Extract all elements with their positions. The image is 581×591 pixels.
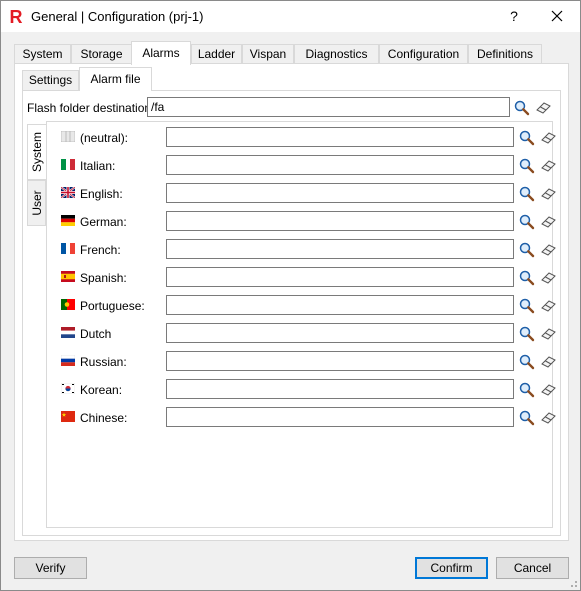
alarm-file-panel: Flash folder destination: /fa System Use…	[22, 90, 561, 536]
browse-search-icon[interactable]	[518, 185, 535, 202]
language-input-english[interactable]	[166, 183, 514, 203]
language-list-panel: (neutral): Italian: English: German: French:…	[46, 121, 556, 528]
browse-search-icon[interactable]	[518, 213, 535, 230]
tab-vispan[interactable]: Vispan	[242, 44, 294, 64]
close-button[interactable]	[541, 5, 573, 27]
browse-search-icon[interactable]	[518, 381, 535, 398]
flash-folder-label: Flash folder destination:	[27, 101, 155, 115]
language-label-neutral: (neutral):	[80, 131, 129, 145]
clear-eraser-icon[interactable]	[540, 409, 557, 426]
language-input-portuguese[interactable]	[166, 295, 514, 315]
language-label-spanish: Spanish:	[80, 271, 127, 285]
russia-flag-icon	[61, 355, 75, 366]
language-row-chinese: Chinese:	[47, 407, 556, 429]
language-label-english: English:	[80, 187, 123, 201]
tab-ladder[interactable]: Ladder	[191, 44, 242, 64]
app-logo-icon: R	[9, 8, 25, 25]
side-tab-user-label: User	[29, 190, 44, 216]
language-label-german: German:	[80, 215, 127, 229]
tab-definitions[interactable]: Definitions	[468, 44, 542, 64]
confirm-button[interactable]: Confirm	[415, 557, 488, 579]
clear-eraser-icon[interactable]	[540, 157, 557, 174]
tab-alarm-file[interactable]: Alarm file	[79, 67, 152, 91]
language-row-russian: Russian:	[47, 351, 556, 373]
language-label-italian: Italian:	[80, 159, 116, 173]
portugal-flag-icon	[61, 299, 75, 310]
clear-eraser-icon[interactable]	[540, 297, 557, 314]
clear-eraser-icon[interactable]	[540, 325, 557, 342]
cancel-button[interactable]: Cancel	[496, 557, 569, 579]
language-input-neutral[interactable]	[166, 127, 514, 147]
browse-search-icon[interactable]	[518, 157, 535, 174]
side-tab-user[interactable]: User	[27, 180, 46, 226]
language-input-chinese[interactable]	[166, 407, 514, 427]
language-label-korean: Korean:	[80, 383, 123, 397]
language-input-korean[interactable]	[166, 379, 514, 399]
language-row-portuguese: Portuguese:	[47, 295, 556, 317]
clear-eraser-icon[interactable]	[540, 185, 557, 202]
france-flag-icon	[61, 243, 75, 254]
language-input-russian[interactable]	[166, 351, 514, 371]
germany-flag-icon	[61, 215, 75, 226]
spain-flag-icon	[61, 271, 75, 282]
clear-eraser-icon[interactable]	[540, 129, 557, 146]
clear-eraser-icon[interactable]	[540, 381, 557, 398]
language-row-spanish: Spanish:	[47, 267, 556, 289]
language-row-korean: Korean:	[47, 379, 556, 401]
neutral-flag-icon	[61, 131, 75, 142]
help-button[interactable]: ?	[499, 5, 529, 27]
tab-system[interactable]: System	[14, 44, 71, 64]
clear-eraser-icon[interactable]	[540, 213, 557, 230]
tab-storage[interactable]: Storage	[71, 44, 132, 64]
language-row-english: English:	[47, 183, 556, 205]
tab-diagnostics[interactable]: Diagnostics	[294, 44, 379, 64]
language-input-spanish[interactable]	[166, 267, 514, 287]
resize-grip-icon[interactable]	[568, 578, 578, 588]
language-row-french: French:	[47, 239, 556, 261]
china-flag-icon	[61, 411, 75, 422]
tab-configuration[interactable]: Configuration	[379, 44, 468, 64]
language-row-german: German:	[47, 211, 556, 233]
alarms-panel: Settings Alarm file Flash folder destina…	[14, 63, 569, 541]
close-icon	[551, 10, 563, 22]
window-title: General | Configuration (prj-1)	[31, 9, 204, 24]
side-tab-system-label: System	[30, 131, 44, 173]
verify-button[interactable]: Verify	[14, 557, 87, 579]
tab-settings[interactable]: Settings	[22, 70, 79, 90]
italy-flag-icon	[61, 159, 75, 170]
language-input-french[interactable]	[166, 239, 514, 259]
browse-search-icon[interactable]	[518, 129, 535, 146]
language-label-portuguese: Portuguese:	[80, 299, 145, 313]
flash-folder-input[interactable]: /fa	[147, 97, 510, 117]
browse-search-icon[interactable]	[518, 353, 535, 370]
netherlands-flag-icon	[61, 327, 75, 338]
browse-search-icon[interactable]	[518, 297, 535, 314]
language-label-chinese: Chinese:	[80, 411, 128, 425]
clear-eraser-icon[interactable]	[540, 269, 557, 286]
clear-eraser-icon[interactable]	[540, 353, 557, 370]
language-label-dutch: Dutch	[80, 327, 112, 341]
language-label-russian: Russian:	[80, 355, 127, 369]
browse-search-icon[interactable]	[518, 269, 535, 286]
language-input-dutch[interactable]	[166, 323, 514, 343]
language-label-french: French:	[80, 243, 121, 257]
browse-search-icon[interactable]	[518, 325, 535, 342]
browse-search-icon[interactable]	[518, 409, 535, 426]
configuration-dialog: R General | Configuration (prj-1) ? Syst…	[0, 0, 581, 591]
title-bar: R General | Configuration (prj-1) ?	[1, 1, 580, 32]
language-row-dutch: Dutch	[47, 323, 556, 345]
language-input-german[interactable]	[166, 211, 514, 231]
korea-flag-icon	[61, 383, 75, 394]
browse-search-icon[interactable]	[518, 241, 535, 258]
uk-flag-icon	[61, 187, 75, 198]
tab-alarms[interactable]: Alarms	[131, 41, 191, 65]
language-row-neutral: (neutral):	[47, 127, 556, 149]
svg-text:R: R	[10, 8, 23, 25]
clear-eraser-icon[interactable]	[540, 241, 557, 258]
clear-eraser-icon[interactable]	[535, 99, 552, 116]
side-tab-system[interactable]: System	[27, 124, 46, 180]
browse-search-icon[interactable]	[513, 99, 530, 116]
language-row-italian: Italian:	[47, 155, 556, 177]
language-input-italian[interactable]	[166, 155, 514, 175]
